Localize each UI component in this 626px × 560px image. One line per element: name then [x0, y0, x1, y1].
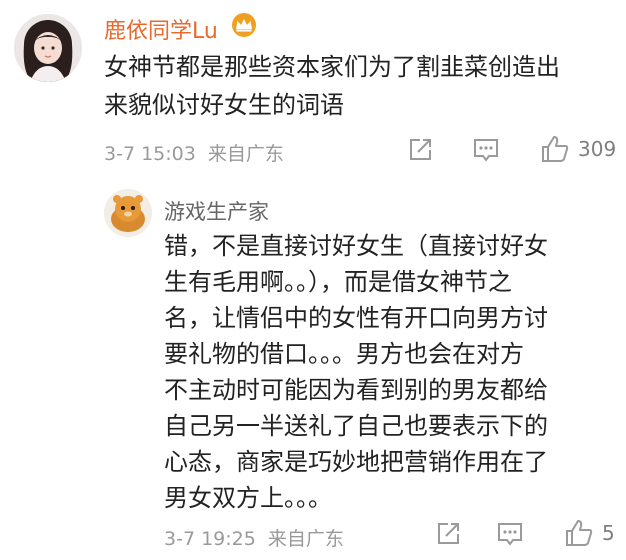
comment-text-line: 男女双方上。。。: [164, 484, 332, 512]
comment-time: 3-7 19:25 来自广东: [164, 524, 344, 551]
comment-text-line: 女神节都是那些资本家们为了割韭菜创造出: [104, 53, 560, 81]
share-button[interactable]: [406, 136, 434, 164]
comment-time: 3-7 15:03 来自广东: [104, 139, 284, 166]
username[interactable]: 游戏生产家: [164, 196, 269, 226]
vip-crown-icon: [229, 12, 259, 42]
reply-button[interactable]: [496, 520, 524, 548]
comment-text-line: 心态，商家是巧妙地把营销作用在了: [164, 448, 548, 476]
timestamp: 3-7 19:25: [164, 528, 256, 550]
avatar[interactable]: [104, 189, 152, 237]
comment-text-line: 生有毛用啊。。），而是借女神节之: [164, 268, 512, 296]
comment-text: 错，不是直接讨好女生（直接讨好女 生有毛用啊。。），而是借女神节之 名，让情侣中…: [164, 228, 548, 516]
comment-icon: [474, 139, 498, 162]
comment-text-line: 自己另一半送礼了自己也要表示下的: [164, 412, 548, 440]
avatar-mascot: [104, 189, 152, 237]
comment-icon: [498, 523, 522, 546]
comment-text-line: 要礼物的借口。。。男方也会在对方: [164, 340, 524, 368]
like-count: 309: [578, 137, 617, 161]
share-icon: [410, 139, 431, 160]
share-button[interactable]: [434, 520, 462, 548]
thumbs-up-icon: [566, 520, 593, 546]
location: 来自广东: [267, 528, 344, 550]
comment-text: 女神节都是那些资本家们为了割韭菜创造出 来貌似讨好女生的词语: [104, 48, 560, 124]
comment-text-line: 来貌似讨好女生的词语: [104, 91, 344, 119]
reply-button[interactable]: [472, 136, 500, 164]
comment-main: 鹿依同学Lu 女神节都是那些资本家们为了割韭菜创造出 来貌似讨好女生的词语 3-…: [0, 0, 626, 175]
like-button[interactable]: 309: [540, 134, 616, 164]
like-count: 5: [602, 521, 615, 545]
comment-text-line: 错，不是直接讨好女生（直接讨好女: [164, 232, 548, 260]
username[interactable]: 鹿依同学Lu: [104, 13, 218, 45]
comment-text-line: 不主动时可能因为看到别的男友都给: [164, 376, 548, 404]
location: 来自广东: [207, 143, 284, 165]
like-button[interactable]: 5: [564, 518, 615, 548]
comment-text-line: 名，让情侣中的女性有开口向男方讨: [164, 304, 548, 332]
avatar-photo: [14, 14, 82, 82]
share-icon: [438, 523, 459, 544]
thumbs-up-icon: [542, 136, 569, 162]
comment-reply: 游戏生产家 错，不是直接讨好女生（直接讨好女 生有毛用啊。。），而是借女神节之 …: [0, 175, 626, 560]
avatar[interactable]: [14, 14, 82, 82]
timestamp: 3-7 15:03: [104, 143, 196, 165]
